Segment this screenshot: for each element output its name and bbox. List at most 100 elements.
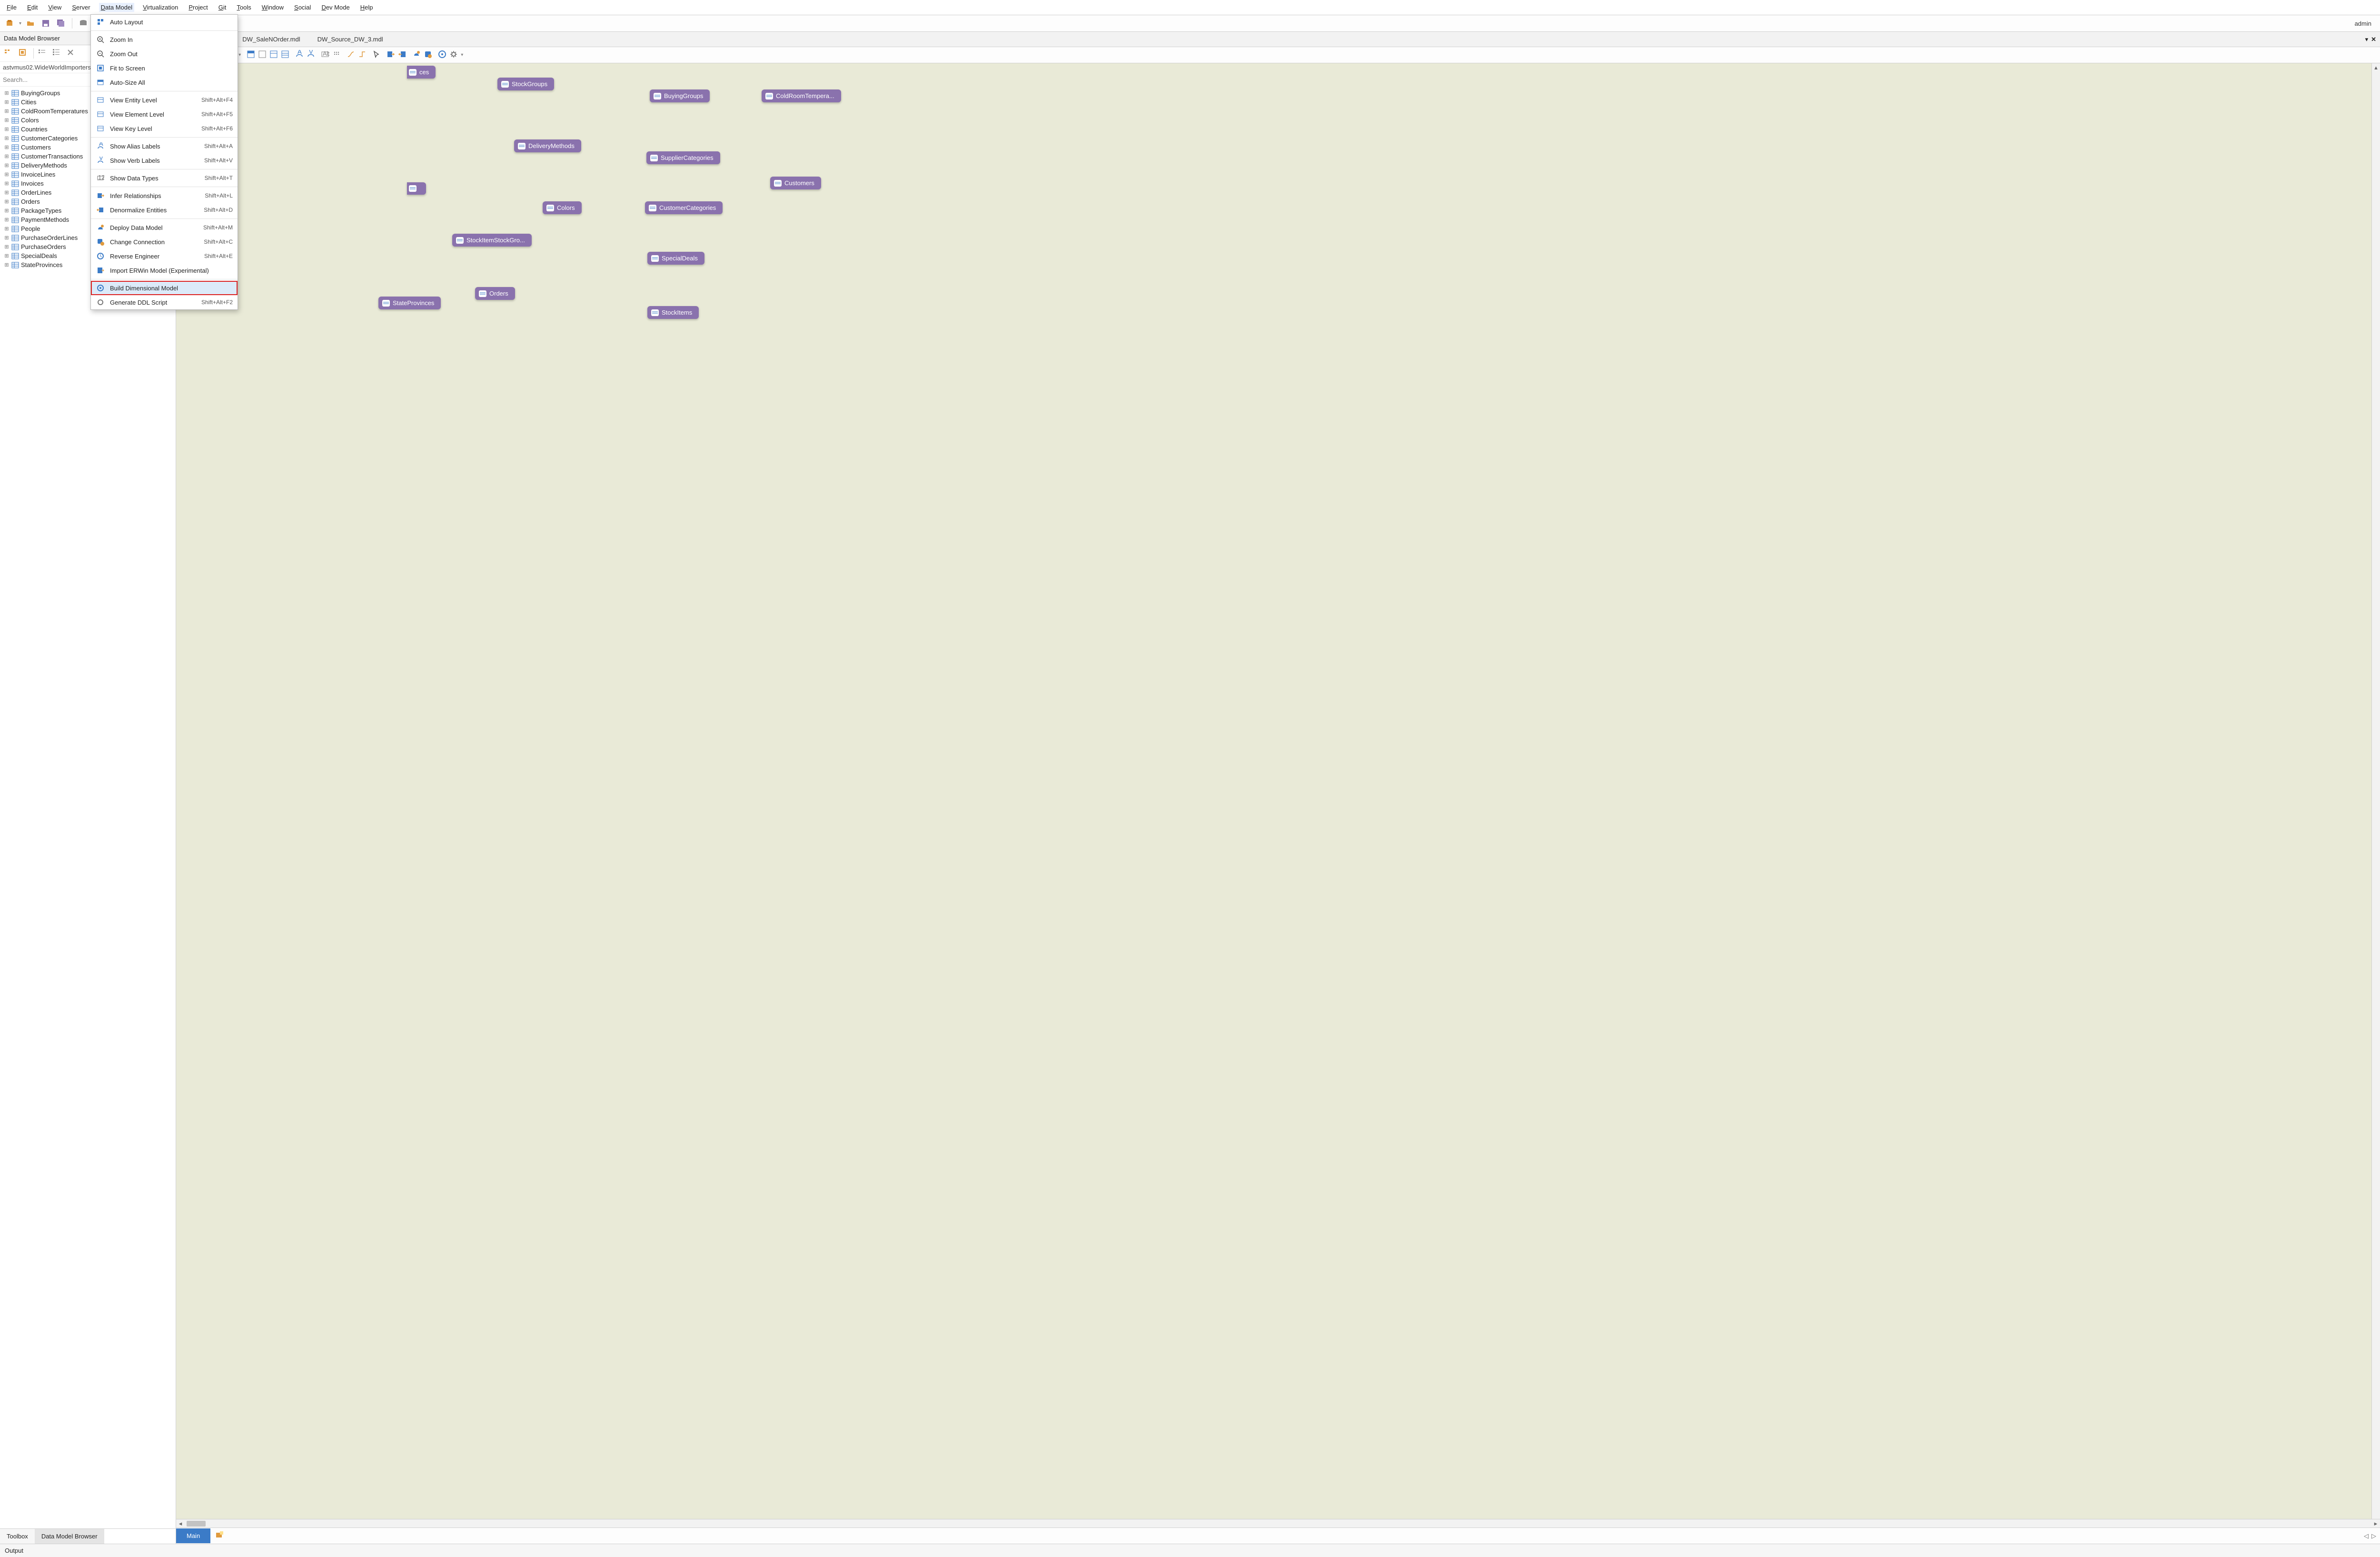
menu-project[interactable]: Project [187, 3, 209, 12]
tree-focus-icon[interactable] [18, 48, 30, 59]
expand-icon[interactable]: ⊞ [4, 262, 10, 268]
menu-item-generate-ddl-script[interactable]: Generate DDL ScriptShift+Alt+F2 [91, 295, 238, 309]
menu-social[interactable]: Social [292, 3, 313, 12]
build-dimensional-icon[interactable] [438, 50, 446, 60]
vertical-scrollbar[interactable]: ▴ [2371, 63, 2380, 1519]
expand-icon[interactable]: ⊞ [4, 235, 10, 241]
save-all-icon[interactable] [55, 18, 67, 29]
left-tab-data-model-browser[interactable]: Data Model Browser [35, 1529, 104, 1544]
entity-box[interactable]: Customers [770, 177, 821, 189]
entity-box[interactable]: StockItemStockGro... [452, 234, 532, 247]
expand-icon[interactable]: ⊞ [4, 108, 10, 114]
new-project-icon[interactable] [4, 18, 16, 29]
menu-item-show-alias-labels[interactable]: AShow Alias LabelsShift+Alt+A [91, 139, 238, 153]
save-icon[interactable] [40, 18, 52, 29]
entity-box[interactable]: SupplierCategories [646, 151, 720, 164]
add-view-icon[interactable] [210, 1528, 228, 1544]
menu-item-view-element-level[interactable]: View Element LevelShift+Alt+F5 [91, 107, 238, 121]
menu-item-view-key-level[interactable]: View Key LevelShift+Alt+F6 [91, 121, 238, 136]
horizontal-scrollbar[interactable]: ◂ ▸ [176, 1519, 2380, 1527]
list-icon[interactable] [38, 48, 49, 59]
list-detail-icon[interactable] [52, 48, 63, 59]
entity-box[interactable]: StateProvinces [378, 297, 441, 309]
grid-icon[interactable] [332, 50, 341, 60]
menu-server[interactable]: Server [70, 3, 92, 12]
menu-view[interactable]: View [46, 3, 63, 12]
menu-item-import-erwin-model-experimental-[interactable]: Import ERWin Model (Experimental) [91, 263, 238, 278]
view-option-icon[interactable] [281, 50, 289, 60]
scroll-up-icon[interactable]: ▴ [2372, 63, 2380, 72]
close-tab-icon[interactable]: ✕ [2371, 36, 2376, 43]
scroll-left-icon[interactable]: ◂ [176, 1520, 185, 1527]
zoom-dropdown-caret-icon[interactable]: ▾ [238, 52, 241, 58]
connector-icon[interactable] [358, 50, 367, 60]
expand-icon[interactable]: ⊞ [4, 90, 10, 96]
view-option-icon[interactable] [258, 50, 267, 60]
menu-item-show-verb-labels[interactable]: VShow Verb LabelsShift+Alt+V [91, 153, 238, 168]
menu-window[interactable]: Window [260, 3, 286, 12]
show-alias-icon[interactable]: A [295, 50, 304, 60]
entity-box[interactable]: StockItems [647, 306, 699, 319]
footer-tab-main[interactable]: Main [176, 1528, 210, 1543]
expand-icon[interactable]: ⊞ [4, 117, 10, 123]
expand-icon[interactable]: ⊞ [4, 162, 10, 169]
menu-item-zoom-in[interactable]: Zoom In [91, 32, 238, 47]
tab-menu-caret-icon[interactable]: ▾ [2365, 36, 2369, 43]
prev-page-icon[interactable]: ◁ [2364, 1532, 2369, 1540]
dropdown-caret-icon[interactable]: ▾ [19, 21, 21, 26]
open-folder-icon[interactable] [24, 18, 37, 29]
menu-item-deploy-data-model[interactable]: Deploy Data ModelShift+Alt+M [91, 220, 238, 235]
menu-item-reverse-engineer[interactable]: Reverse EngineerShift+Alt+E [91, 249, 238, 263]
menu-data-model[interactable]: Data Model [99, 3, 134, 12]
deploy-icon[interactable] [412, 50, 421, 60]
expand-icon[interactable]: ⊞ [4, 253, 10, 259]
menu-virtualization[interactable]: Virtualization [141, 3, 180, 12]
menu-edit[interactable]: Edit [25, 3, 40, 12]
next-page-icon[interactable]: ▷ [2371, 1532, 2376, 1540]
menu-item-change-connection[interactable]: Change ConnectionShift+Alt+C [91, 235, 238, 249]
expand-icon[interactable]: ⊞ [4, 217, 10, 223]
close-icon[interactable] [66, 48, 78, 59]
menu-item-zoom-out[interactable]: Zoom Out [91, 47, 238, 61]
tree-indent-icon[interactable] [4, 48, 15, 59]
menu-item-build-dimensional-model[interactable]: Build Dimensional Model [91, 281, 238, 295]
entity-box[interactable]: SpecialDeals [647, 252, 704, 265]
left-tab-toolbox[interactable]: Toolbox [0, 1529, 35, 1544]
entity-box[interactable]: BuyingGroups [650, 89, 710, 102]
import-icon[interactable] [387, 50, 395, 60]
entity-box[interactable]: ColdRoomTempera... [762, 89, 841, 102]
menu-item-fit-to-screen[interactable]: Fit to Screen [91, 61, 238, 75]
expand-icon[interactable]: ⊞ [4, 226, 10, 232]
show-verb-icon[interactable]: V [307, 50, 315, 60]
editor-tab[interactable]: DW_SaleNOrder.mdl [234, 32, 308, 47]
expand-icon[interactable]: ⊞ [4, 180, 10, 187]
menu-item-denormalize-entities[interactable]: Denormalize EntitiesShift+Alt+D [91, 203, 238, 217]
diagram-canvas[interactable]: cesStockGroupsBuyingGroupsColdRoomTemper… [176, 63, 2380, 1527]
menu-tools[interactable]: Tools [235, 3, 253, 12]
editor-tab[interactable]: DW_Source_DW_3.mdl [309, 32, 392, 47]
expand-icon[interactable]: ⊞ [4, 198, 10, 205]
menu-help[interactable]: Help [358, 3, 375, 12]
scroll-right-icon[interactable]: ▸ [2371, 1520, 2380, 1527]
entity-box[interactable]: CustomerCategories [645, 201, 723, 214]
expand-icon[interactable]: ⊞ [4, 171, 10, 178]
expand-icon[interactable]: ⊞ [4, 208, 10, 214]
menu-dev-mode[interactable]: Dev Mode [319, 3, 351, 12]
dropdown-caret-icon[interactable]: ▾ [461, 52, 463, 58]
menu-file[interactable]: File [5, 3, 19, 12]
expand-icon[interactable]: ⊞ [4, 99, 10, 105]
menu-item-auto-size-all[interactable]: Auto-Size All [91, 75, 238, 89]
export-icon[interactable] [398, 50, 407, 60]
pointer-icon[interactable] [372, 50, 381, 60]
expand-icon[interactable]: ⊞ [4, 126, 10, 132]
expand-icon[interactable]: ⊞ [4, 153, 10, 159]
scrollbar-thumb[interactable] [187, 1521, 206, 1527]
connector-icon[interactable] [347, 50, 355, 60]
menu-git[interactable]: Git [217, 3, 228, 12]
entity-box[interactable]: Colors [543, 201, 582, 214]
settings-gear-icon[interactable] [449, 50, 458, 60]
expand-icon[interactable]: ⊞ [4, 244, 10, 250]
view-option-icon[interactable] [247, 50, 255, 60]
entity-box[interactable]: DeliveryMethods [514, 139, 581, 152]
expand-icon[interactable]: ⊞ [4, 189, 10, 196]
